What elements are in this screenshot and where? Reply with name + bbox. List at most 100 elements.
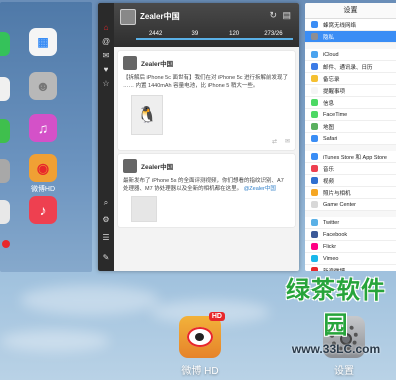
settings-title: 设置	[305, 3, 396, 19]
settings-row-label: 音乐	[323, 166, 335, 173]
menu-icon[interactable]: ▤	[282, 10, 291, 21]
settings-row[interactable]: 照片与相机	[305, 187, 396, 199]
home-screen-card[interactable]: ▦ ☻ ♫ ◉ 微博HD ♪	[0, 2, 92, 272]
search-icon[interactable]: ⌕	[101, 198, 111, 208]
post-author[interactable]: Zealer中国	[141, 58, 173, 68]
notification-badge	[2, 240, 10, 248]
watermark-url: www.33LC.com	[291, 342, 381, 356]
refresh-icon[interactable]: ↻	[269, 10, 277, 21]
account-stats: 2442 39 120 273/26	[136, 31, 293, 43]
settings-row[interactable]: Facebook	[305, 229, 396, 241]
weibo-icon: HD	[179, 312, 225, 358]
person-icon: ☻	[29, 72, 57, 100]
settings-row-icon	[311, 231, 318, 238]
settings-row[interactable]: Safari	[305, 133, 396, 145]
stat-item[interactable]: 2442	[136, 31, 176, 43]
stat-item[interactable]: 120	[214, 31, 254, 43]
settings-card[interactable]: 设置 蜂窝无线网络隐私 iCloud 邮件、通讯录、日历 备忘录提醒事项信息 FaceT…	[305, 3, 396, 271]
home-app-icon[interactable]: ♫	[24, 114, 62, 142]
settings-row-label: 备忘录	[323, 76, 340, 83]
settings-row-label: Twitter	[323, 219, 340, 226]
settings-row[interactable]: 提醒事项	[305, 85, 396, 97]
account-name: Zealer中国	[140, 12, 180, 21]
weibo-feed[interactable]: Zealer中国 【拆解后 iPhone 5c 面世有】我们在对 iPhone …	[114, 47, 299, 271]
avatar[interactable]	[120, 9, 136, 25]
feed-post[interactable]: Zealer中国 【拆解后 iPhone 5c 面世有】我们在对 iPhone …	[118, 51, 295, 150]
settings-row-icon	[311, 219, 318, 226]
settings-row-icon	[311, 33, 318, 40]
settings-row[interactable]: Flickr	[305, 241, 396, 253]
home-app-icon[interactable]: ☻	[24, 72, 62, 100]
mention-link[interactable]: @Zealer中国	[244, 186, 276, 192]
watermark-text: 绿茶软件园	[286, 277, 386, 339]
settings-list: 蜂窝无线网络隐私 iCloud 邮件、通讯录、日历 备忘录提醒事项信息 FaceTime…	[305, 19, 396, 271]
settings-row[interactable]: 视频	[305, 175, 396, 187]
settings-row-label: 邮件、通讯录、日历	[323, 64, 373, 71]
stat-item[interactable]: 273/26	[253, 31, 293, 43]
wallpaper-cloud	[0, 330, 110, 352]
app-label: 微博 HD	[181, 366, 219, 377]
watermark: 绿茶软件园 www.33LC.com	[276, 270, 396, 356]
comment-icon[interactable]: ✉	[101, 51, 111, 61]
weibo-profile-header: Zealer中国 ↻ ▤ 2442 39 120 273/26	[114, 3, 299, 47]
feed-post[interactable]: Zealer中国 最新发布了 iPhone 5s 的全面评测视频，你们想看的指纹…	[118, 154, 295, 227]
settings-row[interactable]: 信息	[305, 97, 396, 109]
home-icon[interactable]: ⌂	[101, 23, 111, 33]
settings-row[interactable]: 音乐	[305, 163, 396, 175]
home-app-icon[interactable]: ♪	[24, 196, 62, 224]
post-image[interactable]	[131, 196, 157, 222]
repost-icon[interactable]: ⇄	[272, 138, 277, 145]
home-app-icon[interactable]: ◉ 微博HD	[24, 154, 62, 194]
weibo-sidebar: ⌂ @ ✉ ♥ ☆ ⌕ ⚙ ☰ ✎	[98, 3, 114, 271]
settings-row-icon	[311, 87, 318, 94]
settings-row-label: Vimeo	[323, 255, 339, 262]
settings-row-label: 地图	[323, 124, 335, 131]
avatar[interactable]	[123, 159, 137, 173]
weibo-hd-app[interactable]: HD 微博 HD	[170, 312, 230, 377]
settings-row[interactable]: FaceTime	[305, 109, 396, 121]
home-app-icon[interactable]: ▦	[24, 28, 62, 56]
avatar[interactable]	[123, 56, 137, 70]
weibo-hd-card[interactable]: ⌂ @ ✉ ♥ ☆ ⌕ ⚙ ☰ ✎ Zealer中国 ↻ ▤ 2442 39 1…	[98, 3, 299, 271]
partial-app-icon	[0, 77, 10, 101]
list-icon[interactable]: ☰	[101, 233, 111, 243]
settings-row[interactable]: iCloud	[305, 49, 396, 61]
settings-row[interactable]: 地图	[305, 121, 396, 133]
post-image[interactable]: 🐧	[131, 95, 163, 135]
settings-row-label: Game Center	[323, 201, 357, 208]
settings-row-icon	[311, 75, 318, 82]
partial-app-icon	[0, 159, 10, 183]
calendar-icon: ▦	[29, 28, 57, 56]
settings-row[interactable]: 邮件、通讯录、日历	[305, 61, 396, 73]
settings-row-label: 照片与相机	[323, 190, 351, 197]
at-icon[interactable]: @	[101, 37, 111, 47]
music-note-icon: ♪	[29, 196, 57, 224]
settings-row[interactable]: Vimeo	[305, 253, 396, 265]
settings-row-icon	[311, 189, 318, 196]
settings-row-icon	[311, 99, 318, 106]
settings-row-label: 视频	[323, 178, 335, 185]
settings-row[interactable]: 蜂窝无线网络	[305, 19, 396, 31]
settings-row-icon	[311, 255, 318, 262]
gear-icon[interactable]: ⚙	[101, 215, 111, 225]
settings-row[interactable]: 隐私	[305, 31, 396, 43]
star-icon[interactable]: ☆	[101, 79, 111, 89]
settings-row-label: Safari	[323, 135, 338, 142]
settings-row[interactable]: Game Center	[305, 199, 396, 211]
comment-icon[interactable]: ✉	[285, 138, 290, 145]
wallpaper-cloud	[20, 285, 160, 315]
settings-row-label: 隐私	[323, 34, 335, 41]
settings-row[interactable]: iTunes Store 和 App Store	[305, 151, 396, 163]
compose-icon[interactable]: ✎	[101, 253, 111, 263]
settings-row-label: 信息	[323, 100, 335, 107]
post-author[interactable]: Zealer中国	[141, 161, 173, 171]
settings-row[interactable]: Twitter	[305, 217, 396, 229]
settings-row-icon	[311, 111, 318, 118]
settings-row[interactable]: 备忘录	[305, 73, 396, 85]
stat-item[interactable]: 39	[175, 31, 215, 43]
home-app-label: 微博HD	[30, 186, 56, 193]
post-text: 【拆解后 iPhone 5c 面世有】我们在对 iPhone 5c 进行拆解前发…	[123, 75, 289, 89]
settings-row-label: iCloud	[323, 51, 339, 58]
heart-icon[interactable]: ♥	[101, 65, 111, 75]
settings-row-label: Facebook	[323, 231, 348, 238]
